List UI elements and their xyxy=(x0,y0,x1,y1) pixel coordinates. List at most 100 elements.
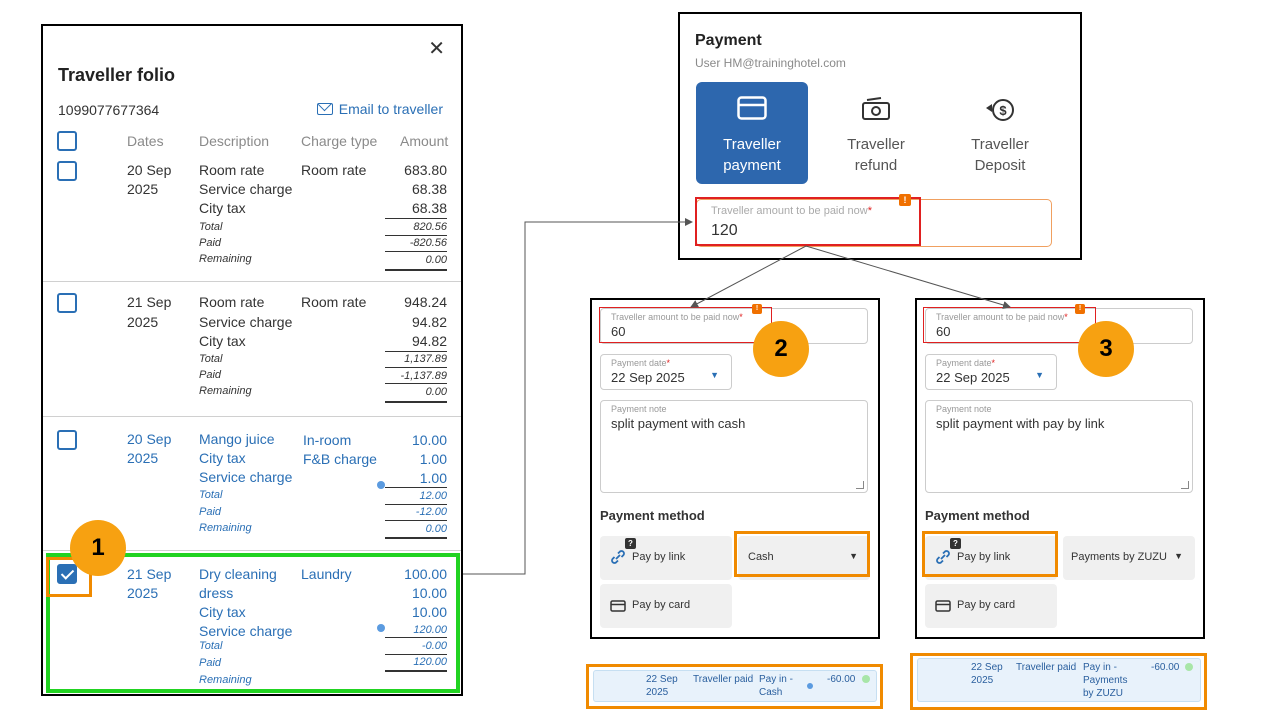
group-4-total: -0.00 xyxy=(421,640,447,652)
underline xyxy=(385,235,447,236)
amount-value: 120 xyxy=(711,222,738,239)
group-2-date: 21 Sep xyxy=(127,294,172,310)
select-all-checkbox[interactable] xyxy=(57,131,77,151)
group-1-date: 20 Sep xyxy=(127,162,172,178)
tab-refund-line1: Traveller xyxy=(847,136,905,153)
header-description: Description xyxy=(199,133,270,149)
header-charge-type: Charge type xyxy=(301,133,378,149)
cash-refund-icon xyxy=(862,97,890,120)
tab-traveller-refund[interactable]: Traveller refund xyxy=(820,82,932,184)
deposit-icon: $ xyxy=(986,99,1014,121)
help-icon: ? xyxy=(950,538,961,549)
pay-by-link-label: Pay by link xyxy=(957,551,1011,563)
pay-by-link-label: Pay by link xyxy=(632,551,686,563)
result-cash-amount: -60.00 xyxy=(827,674,856,685)
group-3-paid-label: Paid xyxy=(199,506,222,518)
split-link-date-select[interactable]: Payment date* 22 Sep 2025 ▼ xyxy=(925,354,1057,390)
group-1-desc-1: Room rate xyxy=(199,162,265,178)
result-link-pay1: Pay in - xyxy=(1083,662,1117,673)
pay-by-card-button[interactable]: Pay by card xyxy=(925,584,1057,628)
group-3-total-label: Total xyxy=(199,489,223,501)
result-cash-date: 22 Sep xyxy=(646,674,678,685)
group-2-paid: -1,137.89 xyxy=(400,370,447,382)
split-link-date-label: Payment date xyxy=(936,358,992,368)
group-4-desc-3: City tax xyxy=(199,604,246,620)
group-1-amount-3: 68.38 xyxy=(411,200,447,216)
amount-input[interactable]: Traveller amount to be paid now* 120 xyxy=(696,199,1052,247)
group-4-checkbox[interactable] xyxy=(57,564,77,584)
pay-by-link-button[interactable]: ? Pay by link xyxy=(600,536,732,580)
group-1-type-1: Room rate xyxy=(301,162,367,178)
email-label: Email to traveller xyxy=(338,101,443,117)
group-2-amount-2: 94.82 xyxy=(411,314,447,330)
group-1-paid: -820.56 xyxy=(409,237,447,249)
result-link-who: Traveller paid xyxy=(1016,662,1077,673)
split-link-date-value: 22 Sep 2025 xyxy=(936,370,1010,385)
group-2-total-label: Total xyxy=(199,353,223,365)
group-2-checkbox[interactable] xyxy=(57,293,77,313)
group-1-remaining-label: Remaining xyxy=(199,253,252,265)
split-cash-date-select[interactable]: Payment date* 22 Sep 2025 ▼ xyxy=(600,354,732,390)
payments-by-zuzu-select[interactable]: Payments by ZUZU ▼ xyxy=(1063,536,1195,580)
pay-by-card-label: Pay by card xyxy=(632,599,691,611)
split-link-amount-input[interactable]: Traveller amount to be paid now* 60 xyxy=(925,308,1193,344)
group-1-year: 2025 xyxy=(127,181,159,197)
group-3-checkbox[interactable] xyxy=(57,430,77,450)
group-3-remaining-label: Remaining xyxy=(199,522,252,534)
resize-handle-icon[interactable] xyxy=(1181,481,1189,489)
step-badge-3: 3 xyxy=(1078,321,1134,377)
group-4-remaining-label: Remaining xyxy=(199,674,252,686)
pay-by-card-button[interactable]: Pay by card xyxy=(600,584,732,628)
group-4-desc-2: dress xyxy=(199,585,234,601)
group-2-desc-3: City tax xyxy=(199,333,246,349)
split-link-note-textarea[interactable]: Payment note split payment with pay by l… xyxy=(925,400,1193,493)
payment-title: Payment xyxy=(695,32,762,49)
chevron-down-icon: ▼ xyxy=(1035,370,1044,380)
group-separator xyxy=(43,281,461,282)
cash-label: Cash xyxy=(748,551,774,563)
folio-title: Traveller folio xyxy=(58,65,176,85)
group-separator xyxy=(43,416,461,417)
required-mark: * xyxy=(991,358,996,368)
email-to-traveller-link[interactable]: Email to traveller xyxy=(316,101,443,117)
help-icon: ? xyxy=(625,538,636,549)
svg-text:$: $ xyxy=(999,103,1007,118)
group-4-paid: 120.00 xyxy=(413,656,447,668)
group-3-remaining: 0.00 xyxy=(425,523,447,535)
header-amount: Amount xyxy=(400,133,449,149)
split-cash-method-title: Payment method xyxy=(600,508,705,523)
group-3-amount-1: 10.00 xyxy=(411,432,447,448)
group-1-checkbox[interactable] xyxy=(57,161,77,181)
tab-traveller-payment[interactable]: Traveller payment xyxy=(696,82,808,184)
tab-traveller-deposit[interactable]: $ Traveller Deposit xyxy=(944,82,1056,184)
group-1-remaining: 0.00 xyxy=(425,254,447,266)
result-cash-year: 2025 xyxy=(646,687,669,698)
group-4-total-label: Total xyxy=(199,640,223,652)
group-2-amount-3: 94.82 xyxy=(411,333,447,349)
cash-select[interactable]: Cash ▼ xyxy=(738,536,870,580)
result-link-year: 2025 xyxy=(971,675,994,686)
split-cash-note-textarea[interactable]: Payment note split payment with cash xyxy=(600,400,868,493)
status-dot xyxy=(807,683,813,689)
tab-deposit-line2: Deposit xyxy=(974,157,1026,174)
group-2-total: 1,137.89 xyxy=(404,353,447,365)
folio-id: 1099077677364 xyxy=(58,102,160,118)
chevron-down-icon: ▼ xyxy=(849,551,858,561)
underline xyxy=(385,383,447,384)
split-link-amount-value: 60 xyxy=(936,324,951,339)
mail-icon xyxy=(316,103,333,115)
tab-deposit-line1: Traveller xyxy=(971,136,1029,153)
result-link-pay3: by ZUZU xyxy=(1083,688,1123,699)
chevron-down-icon: ▼ xyxy=(1174,551,1183,561)
pay-by-card-label: Pay by card xyxy=(957,599,1016,611)
resize-handle-icon[interactable] xyxy=(856,481,864,489)
underline xyxy=(385,269,447,271)
group-1-amount-1: 683.80 xyxy=(404,162,447,178)
split-cash-amount-input[interactable]: Traveller amount to be paid now* 60 xyxy=(600,308,868,344)
close-icon[interactable]: ✕ xyxy=(428,36,445,61)
underline xyxy=(385,504,447,505)
group-2-remaining: 0.00 xyxy=(425,386,447,398)
group-3-type-2: F&B charge xyxy=(303,451,377,467)
group-1-desc-3: City tax xyxy=(199,200,246,216)
pay-by-link-button[interactable]: ? Pay by link xyxy=(925,536,1057,580)
